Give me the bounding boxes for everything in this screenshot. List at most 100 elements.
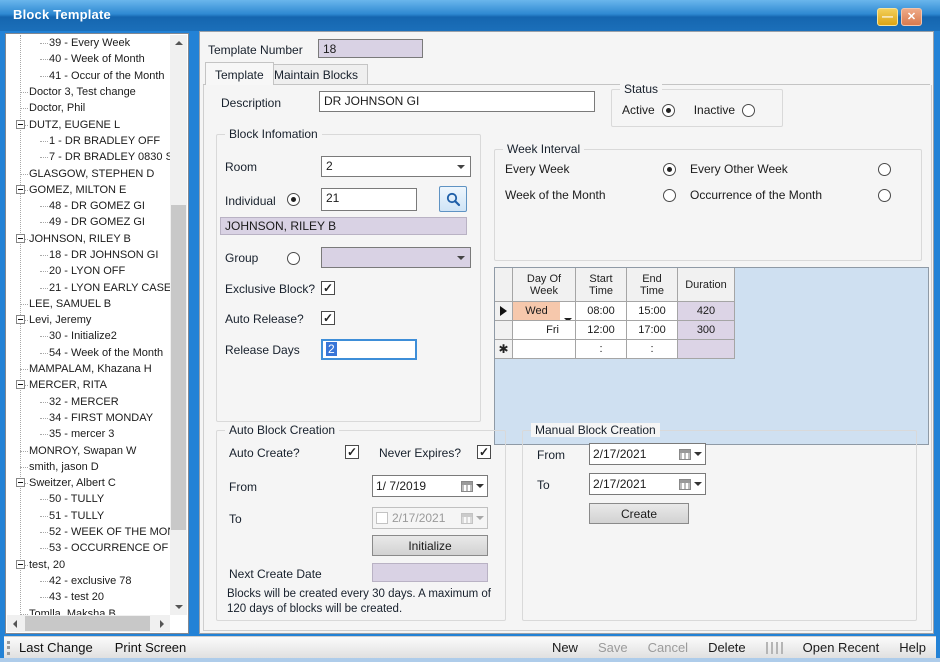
tree-item[interactable]: GLASGOW, STEPHEN D [7, 165, 170, 181]
tree-item[interactable]: 7 - DR BRADLEY 0830 S [7, 149, 170, 165]
tree-item[interactable]: 40 - Week of Month [7, 51, 170, 67]
tree-horizontal-scrollbar[interactable] [7, 615, 170, 632]
close-button[interactable]: ✕ [901, 8, 922, 26]
tree-item[interactable]: MONROY, Swapan W [7, 442, 170, 458]
manual-to-datepicker[interactable]: 2/17/2021 [589, 473, 706, 495]
never-expires-checkbox[interactable]: ✓ [477, 445, 491, 459]
grid-cell-start-time[interactable]: : [576, 340, 626, 358]
scroll-right-icon[interactable] [153, 615, 170, 632]
date-enable-checkbox[interactable] [376, 512, 388, 524]
tree-item[interactable]: 43 - test 20 [7, 589, 170, 605]
group-radio[interactable] [287, 252, 300, 265]
auto-release-checkbox[interactable]: ✓ [321, 311, 335, 325]
week-interval-radio[interactable] [663, 189, 676, 202]
tree-item[interactable]: 32 - MERCER [7, 394, 170, 410]
grid-column-header[interactable]: EndTime [627, 268, 677, 301]
week-interval-radio[interactable] [878, 163, 891, 176]
tree-item[interactable]: Levi, Jeremy [7, 312, 170, 328]
group-combobox[interactable] [321, 247, 471, 268]
open-recent-button[interactable]: Open Recent [803, 640, 880, 655]
tree-item[interactable]: 49 - DR GOMEZ GI [7, 214, 170, 230]
tree-item[interactable]: 54 - Week of the Month [7, 345, 170, 361]
grid-column-header[interactable]: Duration [678, 268, 734, 301]
tree-item[interactable]: 30 - Initialize2 [7, 328, 170, 344]
grid-column-header[interactable]: Day OfWeek [513, 268, 575, 301]
print-screen-button[interactable]: Print Screen [115, 640, 187, 655]
vertical-scroll-thumb[interactable] [171, 205, 186, 530]
tree-item[interactable]: 41 - Occur of the Month [7, 68, 170, 84]
tree-item[interactable]: 34 - FIRST MONDAY [7, 410, 170, 426]
tree-item[interactable]: Doctor, Phil [7, 100, 170, 116]
collapse-toggle-icon[interactable] [16, 234, 25, 243]
room-combobox[interactable]: 2 [321, 156, 471, 177]
week-interval-radio[interactable] [663, 163, 676, 176]
last-change-button[interactable]: Last Change [19, 640, 93, 655]
tree-item[interactable]: smith, jason D [7, 459, 170, 475]
delete-button[interactable]: Delete [708, 640, 746, 655]
individual-input[interactable]: 21 [321, 188, 417, 211]
create-button[interactable]: Create [589, 503, 689, 524]
grid-column-header[interactable]: StartTime [576, 268, 626, 301]
tree-item[interactable]: LEE, SAMUEL B [7, 296, 170, 312]
individual-radio[interactable] [287, 193, 300, 206]
grid-cell-start-time[interactable]: 12:00 [576, 321, 626, 339]
exclusive-block-checkbox[interactable]: ✓ [321, 281, 335, 295]
auto-from-datepicker[interactable]: 1/ 7/2019 [372, 475, 488, 497]
grid-cell-start-time[interactable]: 08:00 [576, 302, 626, 320]
manual-from-datepicker[interactable]: 2/17/2021 [589, 443, 706, 465]
tree-item[interactable]: JOHNSON, RILEY B [7, 231, 170, 247]
tree-vertical-scrollbar[interactable] [170, 35, 187, 615]
collapse-toggle-icon[interactable] [16, 185, 25, 194]
collapse-toggle-icon[interactable] [16, 560, 25, 569]
help-button[interactable]: Help [899, 640, 926, 655]
day-combo-value[interactable]: Wed [513, 302, 560, 320]
scroll-down-icon[interactable] [170, 598, 187, 615]
tab-maintain-blocks[interactable]: Maintain Blocks [264, 64, 368, 85]
week-interval-radio[interactable] [878, 189, 891, 202]
initialize-button[interactable]: Initialize [372, 535, 488, 556]
tree-item[interactable]: 1 - DR BRADLEY OFF [7, 133, 170, 149]
grid-row-selector[interactable] [495, 321, 512, 339]
grid-cell-day[interactable]: Fri [513, 321, 575, 339]
grid-cell-end-time[interactable]: 15:00 [627, 302, 677, 320]
description-input[interactable]: DR JOHNSON GI [319, 91, 595, 112]
individual-search-button[interactable] [439, 186, 467, 212]
horizontal-scroll-thumb[interactable] [25, 616, 150, 631]
tree-item[interactable]: MERCER, RITA [7, 377, 170, 393]
tree-item[interactable]: 42 - exclusive 78 [7, 573, 170, 589]
tree-item[interactable]: Doctor 3, Test change [7, 84, 170, 100]
tree-item[interactable]: GOMEZ, MILTON E [7, 182, 170, 198]
auto-create-checkbox[interactable]: ✓ [345, 445, 359, 459]
tree-item[interactable]: Sweitzer, Albert C [7, 475, 170, 491]
collapse-toggle-icon[interactable] [16, 380, 25, 389]
grid-cell-end-time[interactable]: : [627, 340, 677, 358]
grid-row-selector[interactable]: ✱ [495, 340, 512, 358]
grid-row-selector[interactable] [495, 302, 512, 320]
tree-item[interactable]: 35 - mercer 3 [7, 426, 170, 442]
tree-item[interactable]: 52 - WEEK OF THE MON [7, 524, 170, 540]
tree-item[interactable]: 51 - TULLY [7, 508, 170, 524]
tree-item[interactable]: test, 20 [7, 557, 170, 573]
grid-cell-end-time[interactable]: 17:00 [627, 321, 677, 339]
minimize-button[interactable]: — [877, 8, 898, 26]
tab-template[interactable]: Template [205, 62, 274, 85]
tree-item[interactable]: Tomlla, Maksha B [7, 605, 170, 615]
tree-item[interactable]: 48 - DR GOMEZ GI [7, 198, 170, 214]
status-radio[interactable] [662, 104, 675, 117]
tree-item[interactable]: 39 - Every Week [7, 35, 170, 51]
status-radio[interactable] [742, 104, 755, 117]
tree-item[interactable]: 53 - OCCURRENCE OF T [7, 540, 170, 556]
tree-item[interactable]: 21 - LYON EARLY CASE [7, 279, 170, 295]
tree-item[interactable]: 50 - TULLY [7, 491, 170, 507]
tree-item[interactable]: 18 - DR JOHNSON GI [7, 247, 170, 263]
release-days-input[interactable]: 2 [321, 339, 417, 360]
collapse-toggle-icon[interactable] [16, 478, 25, 487]
scroll-left-icon[interactable] [7, 615, 24, 632]
scroll-up-icon[interactable] [170, 35, 187, 52]
grid-cell-day[interactable] [513, 340, 575, 358]
new-button[interactable]: New [552, 640, 578, 655]
tree-item[interactable]: MAMPALAM, Khazana H [7, 361, 170, 377]
tree-item[interactable]: 20 - LYON OFF [7, 263, 170, 279]
collapse-toggle-icon[interactable] [16, 315, 25, 324]
tree-item[interactable]: DUTZ, EUGENE L [7, 116, 170, 132]
